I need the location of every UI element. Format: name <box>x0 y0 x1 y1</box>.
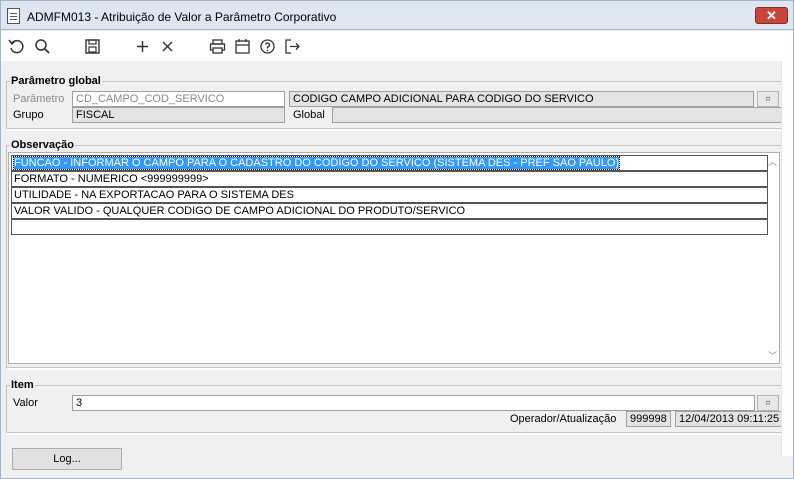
observacao-scrollbar[interactable]: ︿ ﹀ <box>766 153 779 363</box>
operador-field: 999998 <box>626 411 671 427</box>
observacao-line[interactable]: UTILIDADE - NA EXPORTACAO PARA O SISTEMA… <box>11 187 768 203</box>
observacao-legend: Observação <box>11 139 74 151</box>
grupo-label: Grupo <box>13 109 44 121</box>
observacao-line[interactable]: FORMATO - NUMERICO <999999999> <box>11 171 768 187</box>
calendar-icon[interactable] <box>232 36 252 56</box>
log-button[interactable]: Log... <box>12 448 122 470</box>
scroll-down-icon[interactable]: ﹀ <box>768 349 777 362</box>
window-scrollbar[interactable] <box>781 61 793 456</box>
window-title: ADMFM013 - Atribuição de Valor a Parâmet… <box>27 10 337 24</box>
observacao-line[interactable]: VALOR VALIDO - QUALQUER CODIGO DE CAMPO … <box>11 203 768 219</box>
valor-lookup-button[interactable]: ⠶ <box>757 395 779 411</box>
close-button[interactable]: ✕ <box>755 7 788 24</box>
valor-input[interactable]: 3 <box>72 395 755 411</box>
global-label: Global <box>293 109 325 121</box>
title-bar: ADMFM013 - Atribuição de Valor a Parâmet… <box>0 0 794 30</box>
undo-icon[interactable] <box>6 36 26 56</box>
print-icon[interactable] <box>207 36 227 56</box>
document-icon <box>7 8 20 24</box>
scroll-up-icon[interactable]: ︿ <box>768 155 777 168</box>
item-legend: Item <box>11 379 34 391</box>
observacao-line[interactable] <box>11 219 768 235</box>
search-icon[interactable] <box>32 36 52 56</box>
grupo-field: FISCAL <box>72 107 285 123</box>
exit-icon[interactable] <box>282 36 302 56</box>
global-field <box>332 107 782 123</box>
save-icon[interactable] <box>82 36 102 56</box>
valor-label: Valor <box>13 397 38 409</box>
operador-label: Operador/Atualização <box>510 413 617 425</box>
observacao-line[interactable]: FUNCAO - INFORMAR O CAMPO PARA O CADASTR… <box>11 155 768 171</box>
atualizacao-field: 12/04/2013 09:11:25 <box>675 411 782 427</box>
parametro-description-field: CODIGO CAMPO ADICIONAL PARA CODIGO DO SE… <box>289 91 754 107</box>
delete-icon[interactable] <box>157 36 177 56</box>
parametro-lookup-button[interactable]: ⠶ <box>757 91 779 107</box>
parametro-field[interactable]: CD_CAMPO_COD_SERVICO <box>72 91 285 107</box>
help-icon[interactable] <box>257 36 277 56</box>
toolbar <box>1 31 793 61</box>
observacao-list[interactable]: FUNCAO - INFORMAR O CAMPO PARA O CADASTR… <box>8 152 780 364</box>
parametro-label: Parâmetro <box>13 93 65 105</box>
add-icon[interactable] <box>132 36 152 56</box>
parametro-global-legend: Parâmetro global <box>11 75 101 87</box>
